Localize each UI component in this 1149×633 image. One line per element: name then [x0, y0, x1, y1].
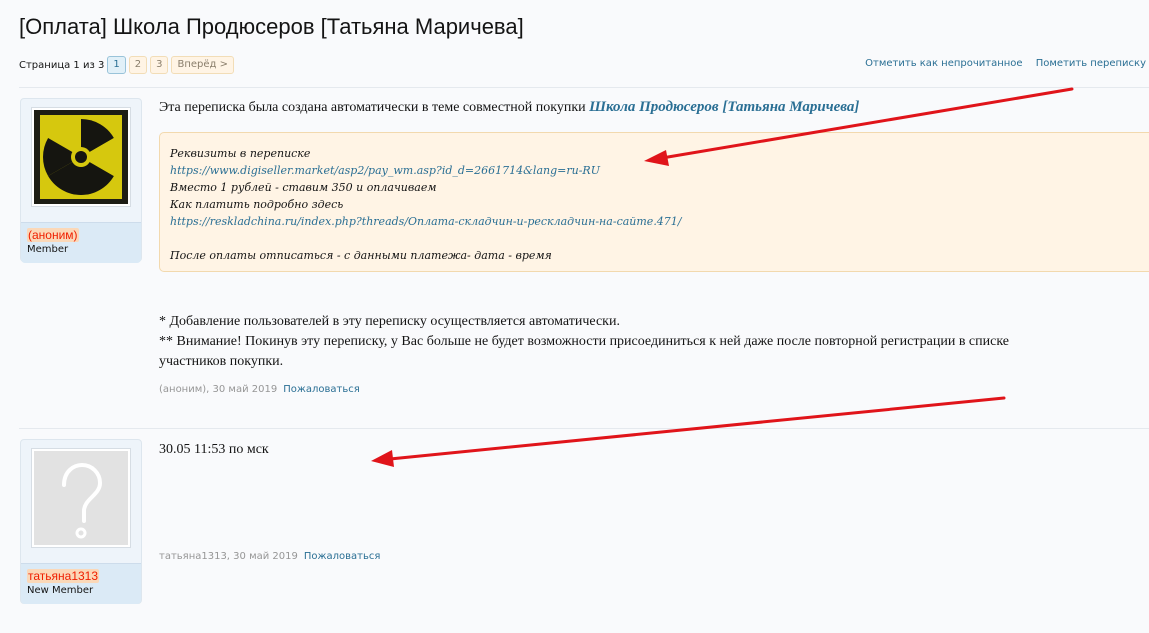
post-author-date[interactable]: татьяна1313, 30 май 2019 — [159, 551, 298, 562]
post-meta: (аноним), 30 май 2019 Пожаловаться — [159, 384, 360, 395]
quote-line: После оплаты отписаться - с данными плат… — [170, 249, 552, 262]
pagination-label: Страница 1 из 3 — [19, 59, 105, 71]
quote-line: Как платить подробно здесь — [170, 198, 344, 211]
page-link-1[interactable]: 1 — [107, 56, 126, 74]
divider — [19, 428, 1149, 429]
divider — [19, 87, 1149, 88]
report-link[interactable]: Пожаловаться — [304, 551, 381, 562]
page-link-2[interactable]: 2 — [128, 56, 148, 74]
avatar[interactable] — [31, 107, 131, 207]
avatar[interactable] — [31, 448, 131, 548]
post-author-box: (аноним) Member — [20, 98, 142, 263]
post-notes: * Добавление пользователей в эту перепис… — [159, 312, 1009, 372]
arrow-annotation — [371, 396, 1006, 467]
user-title: Member — [27, 244, 69, 255]
note-line: ** Внимание! Покинув эту переписку, у Ва… — [159, 334, 1010, 349]
thread-link[interactable]: Школа Продюсеров [Татьяна Маричева] — [589, 99, 859, 115]
mark-conversation-link[interactable]: Пометить переписку — [1036, 58, 1146, 69]
quote-line: Вместо 1 рублей - ставим 350 и оплачивае… — [170, 181, 437, 194]
post-intro: Эта переписка была создана автоматически… — [159, 99, 859, 116]
note-line: * Добавление пользователей в эту перепис… — [159, 314, 620, 329]
note-line: участников покупки. — [159, 354, 284, 369]
quote-line — [170, 230, 1148, 247]
question-mark-icon — [34, 451, 128, 545]
post-author-date[interactable]: (аноним), 30 май 2019 — [159, 384, 277, 395]
quote-line: Реквизиты в переписке — [170, 147, 311, 160]
post-author-box: татьяна1313 New Member — [20, 439, 142, 604]
post-text: 30.05 11:53 по мск — [159, 442, 269, 457]
mark-unread-link[interactable]: Отметить как непрочитанное — [865, 58, 1022, 69]
next-page-button[interactable]: Вперёд > — [171, 56, 234, 74]
instructions-link[interactable]: https://reskladchina.ru/index.php?thread… — [170, 213, 1148, 230]
report-link[interactable]: Пожаловаться — [283, 384, 360, 395]
intro-text: Эта переписка была создана автоматически… — [159, 100, 586, 115]
page-link-3[interactable]: 3 — [150, 56, 169, 74]
username[interactable]: татьяна1313 — [27, 569, 100, 583]
username[interactable]: (аноним) — [27, 228, 79, 242]
radiation-icon — [34, 110, 128, 204]
payment-link[interactable]: https://www.digiseller.market/asp2/pay_w… — [170, 162, 1148, 179]
pagination: Страница 1 из 3 1 2 3 Вперёд > — [19, 55, 237, 75]
post-meta: татьяна1313, 30 май 2019 Пожаловаться — [159, 551, 380, 562]
conversation-controls: Отметить как непрочитанное Пометить пере… — [855, 58, 1146, 69]
quote-block: Реквизиты в переписке https://www.digise… — [159, 132, 1149, 272]
user-title: New Member — [27, 585, 94, 596]
page-title: [Оплата] Школа Продюсеров [Татьяна Марич… — [19, 14, 524, 39]
